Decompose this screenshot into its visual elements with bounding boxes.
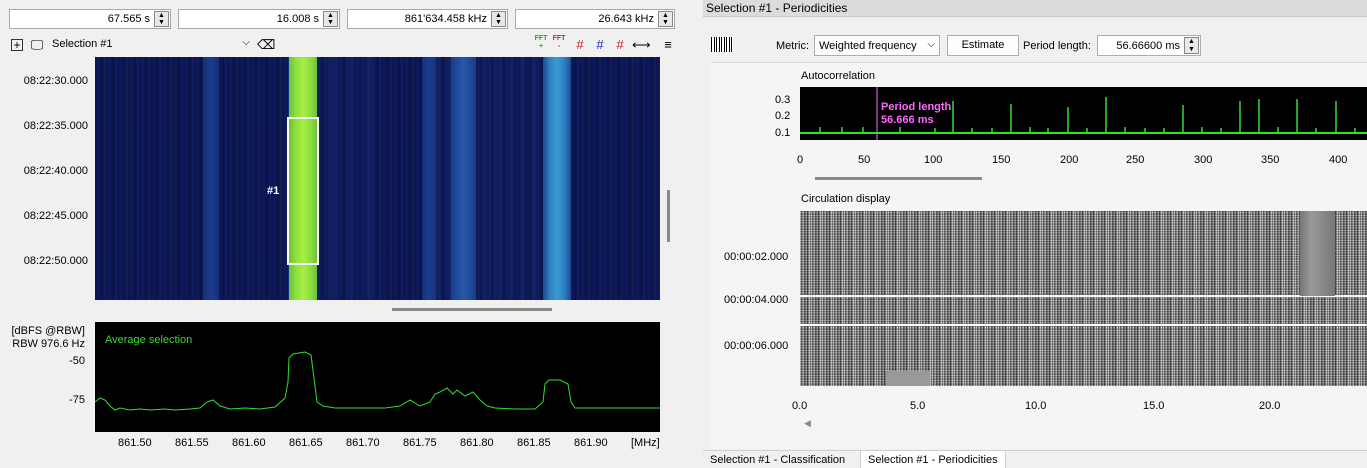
circulation-x-label: 10.0 [1025,400,1047,412]
time-label: 08:22:35.000 [23,120,88,132]
center-frequency-value: 861'634.458 kHz [404,13,487,25]
duration-value: 16.008 s [276,13,319,25]
spectrum-x-label: 861.75 [403,437,437,449]
circulation-display[interactable] [800,211,1367,386]
metric-value: Weighted frequency [819,40,917,52]
selection-toolbar: + 🖵 Selection #1 ⌵ ⌫ FFT + FFT - # # # ⟷ ≡ [0,34,700,56]
spectrum-x-label: 861.60 [232,437,266,449]
autocorr-x-label: 0 [797,154,804,166]
autocorr-x-label: 350 [1261,154,1280,166]
period-length-spinbox[interactable]: 56.66600 ms ▲ ▼ [1097,35,1201,56]
period-length-label: Period length: [1023,40,1091,52]
time-label: 08:22:40.000 [23,165,88,177]
pane-title: Selection #1 - Periodicities [703,0,1367,17]
autocorr-x-label: 250 [1126,154,1145,166]
metric-select[interactable]: Weighted frequency ⌵ [814,35,940,56]
autocorr-x-label: 100 [924,154,943,166]
duration-spinbox[interactable]: 16.008 s ▲ ▼ [178,9,340,29]
autocorrelation-title: Autocorrelation [801,70,875,82]
menu-icon[interactable]: ≡ [660,37,676,53]
spectrum-x-label: 861.80 [460,437,494,449]
autocorr-x-label: 400 [1329,154,1348,166]
chevron-down-icon: ⌵ [242,37,250,48]
circulation-x-label: 20.0 [1259,400,1281,412]
spectrum-pane: 67.565 s ▲ ▼ 16.008 s ▲ ▼ 861'634.458 kHz … [0,0,700,468]
period-marker-value: 56.666 ms [881,114,934,126]
spectrum-plot[interactable]: Average selection [95,322,660,432]
spectrum-x-label: 861.85 [517,437,551,449]
metric-label: Metric: [776,40,809,52]
scroll-left-icon[interactable]: ◀ [804,418,811,429]
autocorr-y-label: 0.1 [775,127,791,139]
spin-arrows-icon[interactable]: ▲ ▼ [323,11,338,27]
spectrum-rbw: RBW 976.6 Hz [12,338,85,350]
start-time-spinbox[interactable]: 67.565 s ▲ ▼ [9,9,171,29]
spectrum-x-unit: [MHz] [631,437,660,449]
spectrum-y-label: -75 [69,394,85,406]
autocorr-x-label: 150 [992,154,1011,166]
periodicities-toolbar: Metric: Weighted frequency ⌵ Estimate Pe… [703,30,1367,60]
spin-arrows-icon[interactable]: ▲ ▼ [658,11,673,27]
bandwidth-spinbox[interactable]: 26.643 kHz ▲ ▼ [515,9,675,29]
start-time-value: 67.565 s [107,13,150,25]
autocorr-scrollbar[interactable] [815,177,982,180]
tab-periodicities[interactable]: Selection #1 - Periodicities [860,451,1006,468]
spectrum-y-label: -50 [69,355,85,367]
waterfall-scrollbar[interactable] [392,308,552,311]
period-length-value: 56.66600 ms [1116,40,1180,52]
eraser-icon[interactable]: ⌫ [257,37,275,53]
autocorr-y-label: 0.2 [775,110,791,122]
spectrum-x-label: 861.50 [118,437,152,449]
selection-combo[interactable]: Selection #1 ⌵ [48,36,254,54]
fft-remove-icon[interactable]: FFT - [552,35,566,51]
time-label: 08:22:50.000 [23,255,88,267]
bandwidth-value: 26.643 kHz [598,13,654,25]
selection-label: #1 [267,185,280,197]
spin-arrows-icon[interactable]: ▲ ▼ [491,11,506,27]
circulation-x-label: 15.0 [1143,400,1165,412]
autocorr-y-label: 0.3 [775,94,791,106]
circulation-y-label: 00:00:04.000 [724,294,789,306]
autocorrelation-plot[interactable]: Period length 56.666 ms [800,87,1367,140]
spectrum-trace [95,351,660,411]
selection-box[interactable] [287,117,319,265]
center-frequency-spinbox[interactable]: 861'634.458 kHz ▲ ▼ [347,9,508,29]
spectrum-x-label: 861.90 [574,437,608,449]
autocorr-x-label: 200 [1060,154,1079,166]
spin-arrows-icon[interactable]: ▲ ▼ [154,11,169,27]
time-label: 08:22:30.000 [23,75,88,87]
tab-bar: Selection #1 - Classification Selection … [703,450,1367,468]
horizontal-arrows-icon[interactable]: ⟷ [632,37,651,53]
display-icon[interactable]: 🖵 [29,37,45,53]
autocorr-x-label: 300 [1194,154,1213,166]
add-selection-icon[interactable]: + [11,39,23,51]
spin-arrows-icon[interactable]: ▲ ▼ [1184,37,1199,54]
app-window: 67.565 s ▲ ▼ 16.008 s ▲ ▼ 861'634.458 kHz … [0,0,1367,468]
spectrum-x-label: 861.65 [289,437,323,449]
circulation-y-label: 00:00:02.000 [724,251,789,263]
spectrum-x-label: 861.70 [346,437,380,449]
spectrum-x-label: 861.55 [175,437,209,449]
period-marker-label: Period length [881,101,952,113]
fft-add-icon[interactable]: FFT + [534,35,548,51]
estimate-button[interactable]: Estimate [947,35,1019,56]
waterfall-display[interactable] [95,57,660,300]
barcode-icon[interactable] [711,37,733,52]
grid-marker-icon[interactable]: # [572,37,588,53]
circulation-title: Circulation display [801,193,891,205]
chevron-down-icon: ⌵ [927,39,935,50]
circulation-x-label: 0.0 [792,400,808,412]
time-label: 08:22:45.000 [23,210,88,222]
autocorr-x-label: 50 [858,154,871,166]
grid-marker-blue-icon[interactable]: # [592,37,608,53]
grid-marker-red-icon[interactable]: # [612,37,628,53]
circulation-y-label: 00:00:06.000 [724,340,789,352]
circulation-x-label: 5.0 [910,400,926,412]
selection-combo-label: Selection #1 [52,38,113,50]
spectrum-y-unit: [dBFS @RBW] [11,325,85,337]
tab-classification[interactable]: Selection #1 - Classification [703,451,853,468]
waterfall-vertical-scrollbar[interactable] [667,190,670,242]
